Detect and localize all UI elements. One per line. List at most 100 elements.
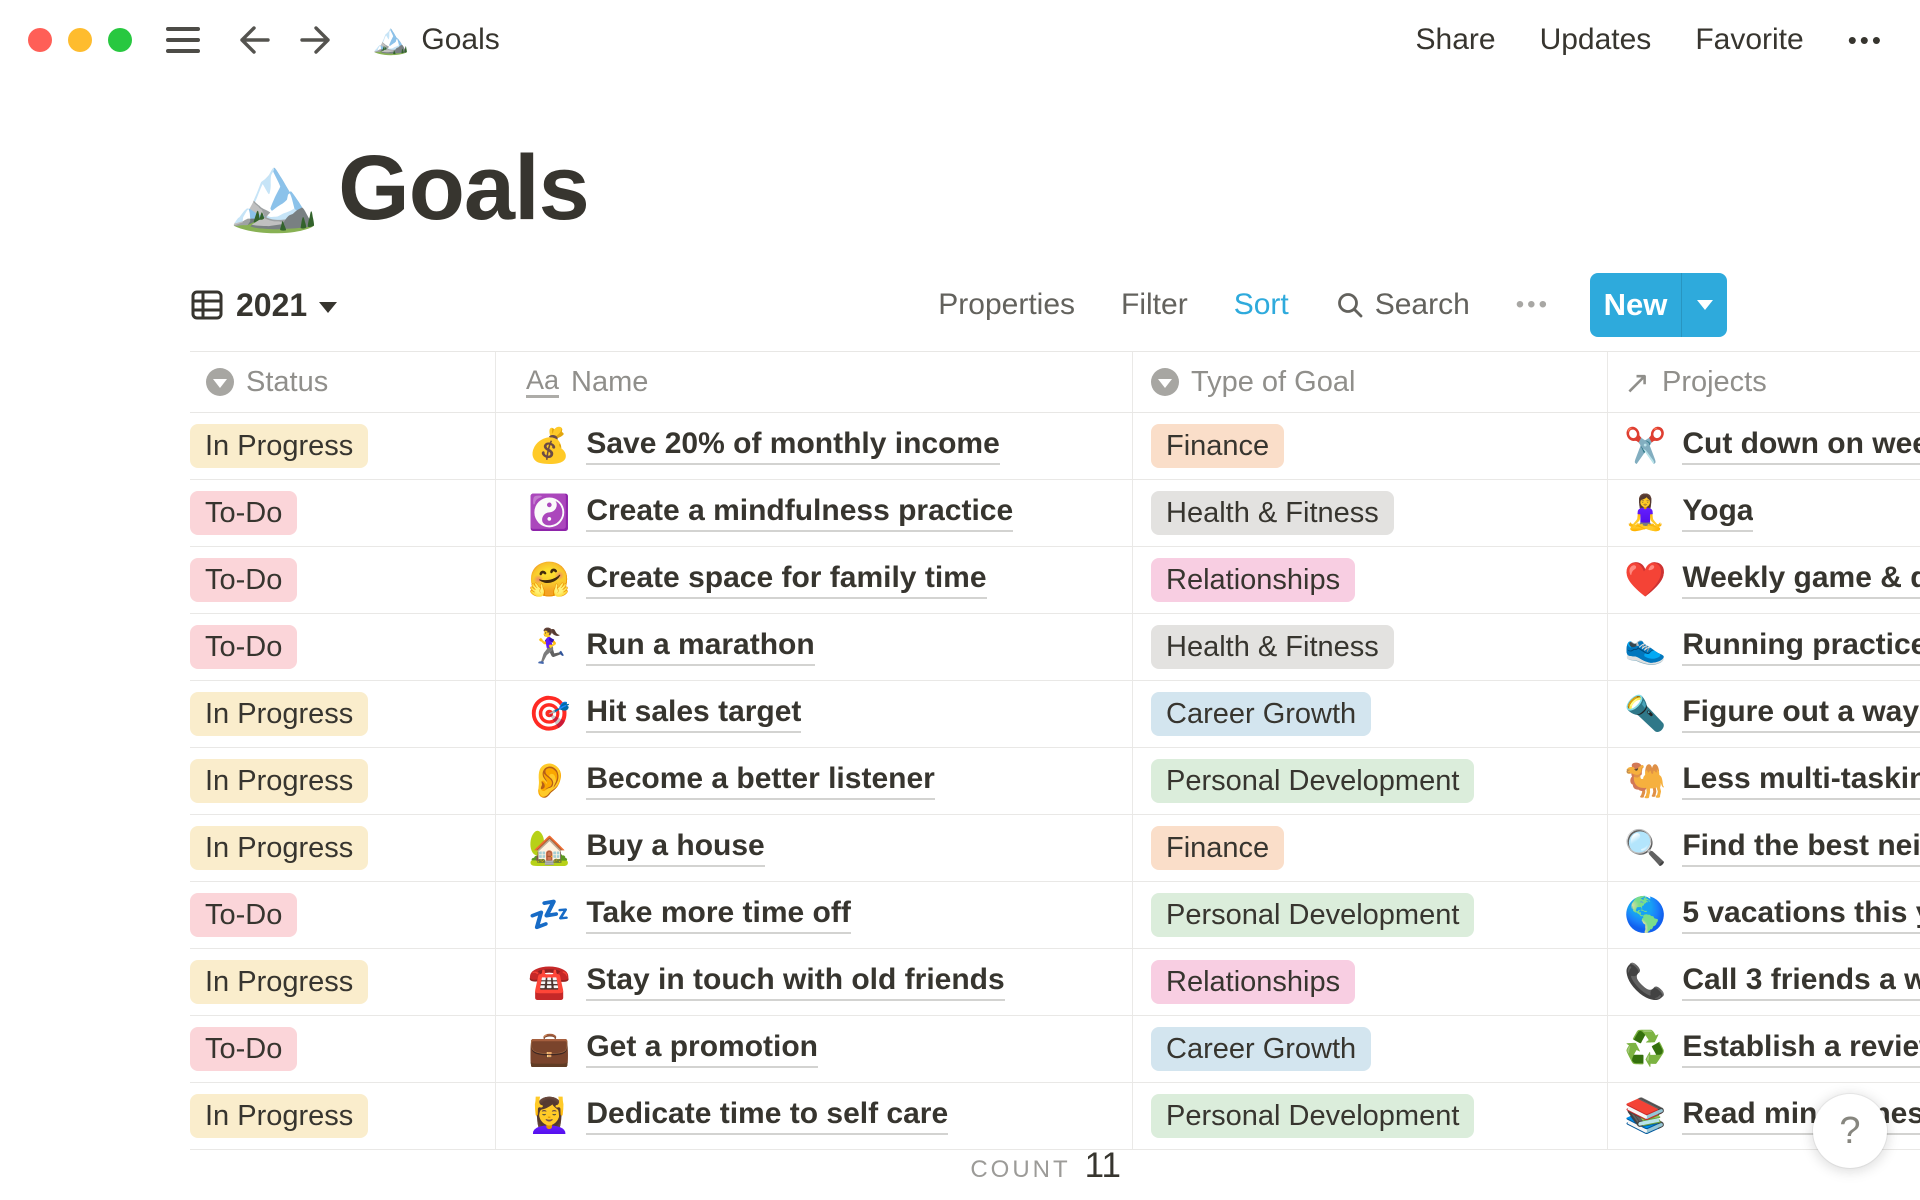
goal-name-link[interactable]: Get a promotion	[586, 1030, 819, 1068]
type-of-goal-badge[interactable]: Relationships	[1151, 558, 1356, 602]
name-cell[interactable]: ☯️ Create a mindfulness practice	[496, 480, 1133, 546]
projects-cell[interactable]: 🧘‍♀️ Yoga	[1608, 480, 1920, 546]
status-cell[interactable]: To-Do	[190, 480, 496, 546]
name-cell[interactable]: 💰 Save 20% of monthly income	[496, 413, 1133, 479]
column-header-projects[interactable]: ↗ Projects	[1608, 352, 1920, 412]
type-of-goal-badge[interactable]: Finance	[1151, 424, 1285, 468]
zoom-window-button[interactable]	[108, 28, 132, 52]
goal-name-link[interactable]: Take more time off	[586, 896, 851, 934]
back-button[interactable]	[234, 22, 274, 58]
type-of-goal-cell[interactable]: Relationships	[1133, 547, 1608, 613]
status-badge[interactable]: In Progress	[190, 826, 369, 870]
new-button[interactable]: New	[1590, 273, 1681, 337]
goal-name-link[interactable]: Create space for family time	[586, 561, 987, 599]
new-dropdown-button[interactable]	[1681, 273, 1727, 337]
project-link[interactable]: Call 3 friends a wee	[1682, 963, 1920, 1001]
status-badge[interactable]: To-Do	[190, 625, 298, 669]
status-cell[interactable]: To-Do	[190, 614, 496, 680]
breadcrumb[interactable]: 🏔️ Goals	[372, 23, 500, 57]
status-cell[interactable]: In Progress	[190, 748, 496, 814]
status-cell[interactable]: In Progress	[190, 815, 496, 881]
name-cell[interactable]: 👂 Become a better listener	[496, 748, 1133, 814]
status-badge[interactable]: To-Do	[190, 893, 298, 937]
name-cell[interactable]: 🏃‍♀️ Run a marathon	[496, 614, 1133, 680]
project-link[interactable]: Weekly game & date	[1682, 561, 1920, 599]
favorite-button[interactable]: Favorite	[1695, 23, 1803, 57]
name-cell[interactable]: 🤗 Create space for family time	[496, 547, 1133, 613]
type-of-goal-cell[interactable]: Personal Development	[1133, 882, 1608, 948]
type-of-goal-badge[interactable]: Finance	[1151, 826, 1285, 870]
name-cell[interactable]: ☎️ Stay in touch with old friends	[496, 949, 1133, 1015]
projects-cell[interactable]: 🌎 5 vacations this yea	[1608, 882, 1920, 948]
status-badge[interactable]: In Progress	[190, 1094, 369, 1138]
type-of-goal-badge[interactable]: Personal Development	[1151, 1094, 1475, 1138]
projects-cell[interactable]: ♻️ Establish a review c	[1608, 1016, 1920, 1082]
status-badge[interactable]: In Progress	[190, 759, 369, 803]
type-of-goal-badge[interactable]: Health & Fitness	[1151, 491, 1394, 535]
project-link[interactable]: 5 vacations this yea	[1682, 896, 1920, 934]
search-button[interactable]: Search	[1335, 288, 1470, 322]
sidebar-menu-icon[interactable]	[166, 27, 200, 53]
status-cell[interactable]: To-Do	[190, 882, 496, 948]
column-header-type-of-goal[interactable]: Type of Goal	[1133, 352, 1608, 412]
type-of-goal-cell[interactable]: Personal Development	[1133, 1083, 1608, 1149]
projects-cell[interactable]: 🐫 Less multi-tasking	[1608, 748, 1920, 814]
minimize-window-button[interactable]	[68, 28, 92, 52]
page-title[interactable]: Goals	[338, 142, 590, 234]
status-cell[interactable]: To-Do	[190, 1016, 496, 1082]
type-of-goal-badge[interactable]: Career Growth	[1151, 1027, 1372, 1071]
close-window-button[interactable]	[28, 28, 52, 52]
type-of-goal-cell[interactable]: Health & Fitness	[1133, 480, 1608, 546]
goal-name-link[interactable]: Run a marathon	[586, 628, 815, 666]
status-cell[interactable]: In Progress	[190, 681, 496, 747]
projects-cell[interactable]: 🔦 Figure out a way to g	[1608, 681, 1920, 747]
projects-cell[interactable]: ✂️ Cut down on weekda	[1608, 413, 1920, 479]
status-badge[interactable]: To-Do	[190, 1027, 298, 1071]
more-options-icon[interactable]: •••	[1848, 25, 1884, 56]
type-of-goal-cell[interactable]: Career Growth	[1133, 1016, 1608, 1082]
properties-button[interactable]: Properties	[938, 288, 1075, 322]
type-of-goal-cell[interactable]: Career Growth	[1133, 681, 1608, 747]
forward-button[interactable]	[296, 22, 336, 58]
status-badge[interactable]: To-Do	[190, 491, 298, 535]
project-link[interactable]: Find the best neighb	[1682, 829, 1920, 867]
type-of-goal-cell[interactable]: Relationships	[1133, 949, 1608, 1015]
goal-name-link[interactable]: Dedicate time to self care	[586, 1097, 949, 1135]
type-of-goal-cell[interactable]: Finance	[1133, 413, 1608, 479]
updates-button[interactable]: Updates	[1540, 23, 1652, 57]
project-link[interactable]: Running practice	[1682, 628, 1920, 666]
projects-cell[interactable]: 👟 Running practice	[1608, 614, 1920, 680]
count-toggle[interactable]: COUNT 11	[190, 1146, 1121, 1186]
status-badge[interactable]: In Progress	[190, 692, 369, 736]
type-of-goal-badge[interactable]: Health & Fitness	[1151, 625, 1394, 669]
status-cell[interactable]: In Progress	[190, 949, 496, 1015]
goal-name-link[interactable]: Hit sales target	[586, 695, 802, 733]
status-cell[interactable]: To-Do	[190, 547, 496, 613]
type-of-goal-badge[interactable]: Relationships	[1151, 960, 1356, 1004]
help-button[interactable]: ?	[1813, 1094, 1887, 1168]
name-cell[interactable]: 🏡 Buy a house	[496, 815, 1133, 881]
goal-name-link[interactable]: Become a better listener	[586, 762, 935, 800]
type-of-goal-cell[interactable]: Personal Development	[1133, 748, 1608, 814]
status-badge[interactable]: In Progress	[190, 424, 369, 468]
column-header-name[interactable]: Aa Name	[496, 352, 1133, 412]
share-button[interactable]: Share	[1416, 23, 1496, 57]
name-cell[interactable]: 💤 Take more time off	[496, 882, 1133, 948]
projects-cell[interactable]: ❤️ Weekly game & date	[1608, 547, 1920, 613]
page-icon[interactable]: 🏔️	[228, 156, 320, 230]
type-of-goal-cell[interactable]: Health & Fitness	[1133, 614, 1608, 680]
type-of-goal-badge[interactable]: Career Growth	[1151, 692, 1372, 736]
project-link[interactable]: Less multi-tasking	[1682, 762, 1920, 800]
project-link[interactable]: Yoga	[1682, 494, 1754, 532]
type-of-goal-badge[interactable]: Personal Development	[1151, 893, 1475, 937]
status-cell[interactable]: In Progress	[190, 413, 496, 479]
view-options-icon[interactable]: •••	[1516, 291, 1550, 319]
filter-button[interactable]: Filter	[1121, 288, 1188, 322]
projects-cell[interactable]: 📞 Call 3 friends a wee	[1608, 949, 1920, 1015]
view-selector[interactable]: 2021	[190, 287, 338, 324]
goal-name-link[interactable]: Save 20% of monthly income	[586, 427, 1000, 465]
status-badge[interactable]: To-Do	[190, 558, 298, 602]
project-link[interactable]: Cut down on weekda	[1682, 427, 1920, 465]
name-cell[interactable]: 💼 Get a promotion	[496, 1016, 1133, 1082]
column-header-status[interactable]: Status	[190, 352, 496, 412]
